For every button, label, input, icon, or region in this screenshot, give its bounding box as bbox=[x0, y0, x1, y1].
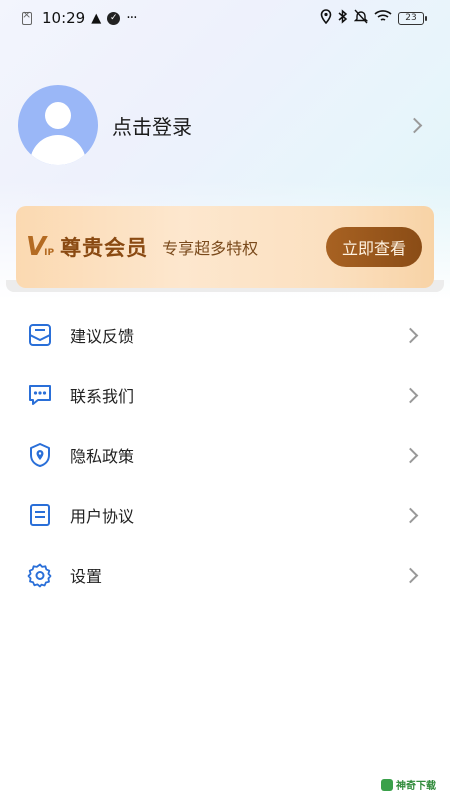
status-time: 10:29 bbox=[42, 9, 86, 27]
menu-item-label: 隐私政策 bbox=[70, 447, 135, 466]
chevron-right-icon bbox=[402, 387, 419, 403]
menu-item-label: 建议反馈 bbox=[70, 327, 135, 346]
sim-off-icon bbox=[22, 8, 32, 25]
watermark: 神奇下载 bbox=[381, 777, 436, 792]
avatar-shoulders bbox=[30, 135, 86, 165]
feedback-icon bbox=[26, 321, 54, 349]
chevron-right-icon bbox=[402, 447, 419, 463]
vip-logo-icon: V IP bbox=[26, 232, 55, 262]
login-text[interactable]: 点击登录 bbox=[112, 111, 409, 140]
menu-item-contact[interactable]: 联系我们 bbox=[0, 365, 450, 425]
menu-item-label: 联系我们 bbox=[70, 387, 135, 406]
menu-item-label: 设置 bbox=[70, 567, 103, 586]
watermark-logo-icon bbox=[381, 778, 393, 791]
login-row[interactable]: 点击登录 bbox=[18, 84, 432, 166]
menu-item-label: 用户协议 bbox=[70, 507, 135, 526]
shield-location-icon bbox=[26, 441, 54, 469]
avatar[interactable] bbox=[18, 85, 98, 165]
battery-icon: 23 bbox=[398, 11, 427, 25]
warning-icon: ▲ bbox=[91, 10, 102, 26]
mute-icon bbox=[353, 9, 369, 28]
chevron-right-icon bbox=[402, 327, 419, 343]
menu-item-feedback[interactable]: 建议反馈 bbox=[0, 305, 450, 365]
document-icon bbox=[26, 501, 54, 529]
vip-subtitle: 专享超多特权 bbox=[162, 239, 259, 258]
menu-list: 建议反馈 联系我们 隐私政策 用户协议 设置 bbox=[0, 305, 450, 605]
menu-item-privacy[interactable]: 隐私政策 bbox=[0, 425, 450, 485]
vip-title: 尊贵会员 bbox=[60, 236, 149, 260]
vip-banner[interactable]: V IP 尊贵会员 专享超多特权 立即查看 bbox=[16, 206, 434, 288]
menu-item-agreement[interactable]: 用户协议 bbox=[0, 485, 450, 545]
wifi-icon bbox=[374, 9, 392, 27]
app-notify-icon: ✓ bbox=[107, 11, 121, 25]
avatar-head bbox=[45, 102, 71, 129]
watermark-text: 神奇下载 bbox=[396, 781, 436, 792]
location-icon bbox=[320, 8, 332, 28]
gear-icon bbox=[26, 561, 54, 589]
chevron-right-icon bbox=[402, 507, 419, 523]
chevron-right-icon bbox=[402, 567, 419, 583]
chat-icon bbox=[26, 381, 54, 409]
status-bar: 10:29 ▲ ✓ ··· 23 bbox=[0, 0, 450, 36]
menu-item-settings[interactable]: 设置 bbox=[0, 545, 450, 605]
chevron-right-icon bbox=[406, 117, 423, 133]
more-dots-icon: ··· bbox=[126, 10, 137, 26]
bluetooth-icon bbox=[338, 8, 348, 28]
view-now-button[interactable]: 立即查看 bbox=[325, 227, 422, 267]
